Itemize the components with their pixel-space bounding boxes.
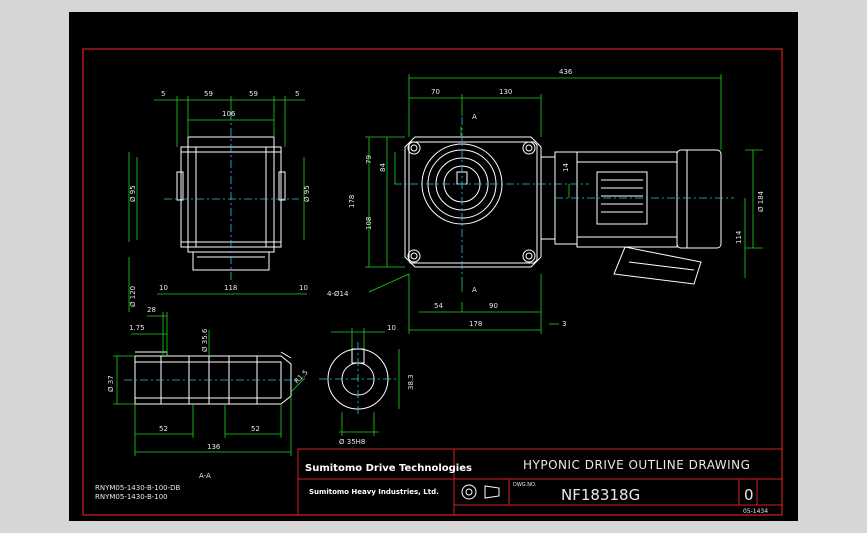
dim-d35h8: Ø 35H8 [339,438,365,446]
front-view [404,136,722,285]
dim-d52-right: 52 [251,425,260,433]
dim-d120: Ø 120 [129,286,137,307]
dim-d14-small: 14 [562,163,570,172]
side-view-dim-text: 5 59 59 5 106 Ø 95 Ø 95 Ø 120 10 118 10 [129,90,311,307]
dim-d5-right: 5 [295,90,299,98]
drawing-title: HYPONIC DRIVE OUTLINE DRAWING [523,458,750,472]
revision: 0 [744,486,754,504]
dim-d114: 114 [735,230,743,244]
dim-d118: 118 [224,284,237,292]
drawing-canvas: 5 59 59 5 106 Ø 95 Ø 95 Ø 120 10 118 10 [82,48,783,516]
dim-d79: 79 [365,155,373,164]
cad-viewport[interactable]: 5 59 59 5 106 Ø 95 Ø 95 Ø 120 10 118 10 [69,12,798,521]
company-sub: Sumitomo Heavy Industries, Ltd. [309,488,439,496]
dim-d95-left: Ø 95 [129,185,137,202]
projection-symbol [461,484,500,500]
dim-d52-left: 52 [159,425,168,433]
dim-d130: 130 [499,88,512,96]
dim-d106: 106 [222,110,236,118]
section-label: A-A [199,472,211,480]
bore-detail-dim-text: 10 38.3 Ø 35H8 [339,324,415,446]
dim-d10-key: 10 [387,324,396,332]
dim-d178-vert: 178 [348,195,356,208]
model-notes: RNYM05-1430-B-100-DB RNYM05-1430-B-100 [95,484,181,501]
dim-d136: 136 [207,443,221,451]
shaft-detail [134,351,292,405]
bore-detail-dims [331,328,400,436]
dim-d175: 1.75 [129,324,145,332]
company-name: Sumitomo Drive Technologies [305,463,472,474]
model-line-1: RNYM05-1430-B-100-DB [95,484,181,492]
dim-d90: 90 [489,302,498,310]
side-view-dims [128,96,307,312]
dim-d84: 84 [379,163,387,172]
model-line-2: RNYM05-1430-B-100 [95,493,168,501]
dim-d59-left: 59 [204,90,213,98]
drawing-number: NF18318G [561,486,640,504]
dwg-no-label: DWG.NO. [513,482,537,488]
dim-d383: 38.3 [407,374,415,390]
dim-holes: 4-Ø14 [327,290,349,298]
dim-d5-left: 5 [161,90,165,98]
dim-d37: Ø 37 [107,375,115,392]
dim-d108: 108 [365,217,373,230]
dim-r15: R1.5 [293,368,310,385]
dim-d178-horiz: 178 [469,320,482,328]
dim-d95-right: Ø 95 [303,185,311,202]
dim-d10-right: 10 [299,284,308,292]
dim-d59-right: 59 [249,90,258,98]
section-mark-top: A [472,113,477,121]
dim-d184: Ø 184 [757,190,765,212]
dim-overall-length: 436 [559,68,573,76]
sheet-code: 05-1434 [743,508,768,515]
front-view-dims [365,74,763,334]
shaft-detail-dim-text: 28 1.75 Ø 35.6 Ø 37 R1.5 52 52 136 A-A [107,306,310,480]
bore-detail-centerline [319,342,399,416]
dim-d10-left: 10 [159,284,168,292]
section-mark-bottom: A [472,286,477,294]
dim-d54: 54 [434,302,443,310]
dim-d356: Ø 35.6 [201,328,209,352]
dim-d70: 70 [431,88,440,96]
dim-d3: 3 [562,320,566,328]
dim-d28: 28 [147,306,156,314]
